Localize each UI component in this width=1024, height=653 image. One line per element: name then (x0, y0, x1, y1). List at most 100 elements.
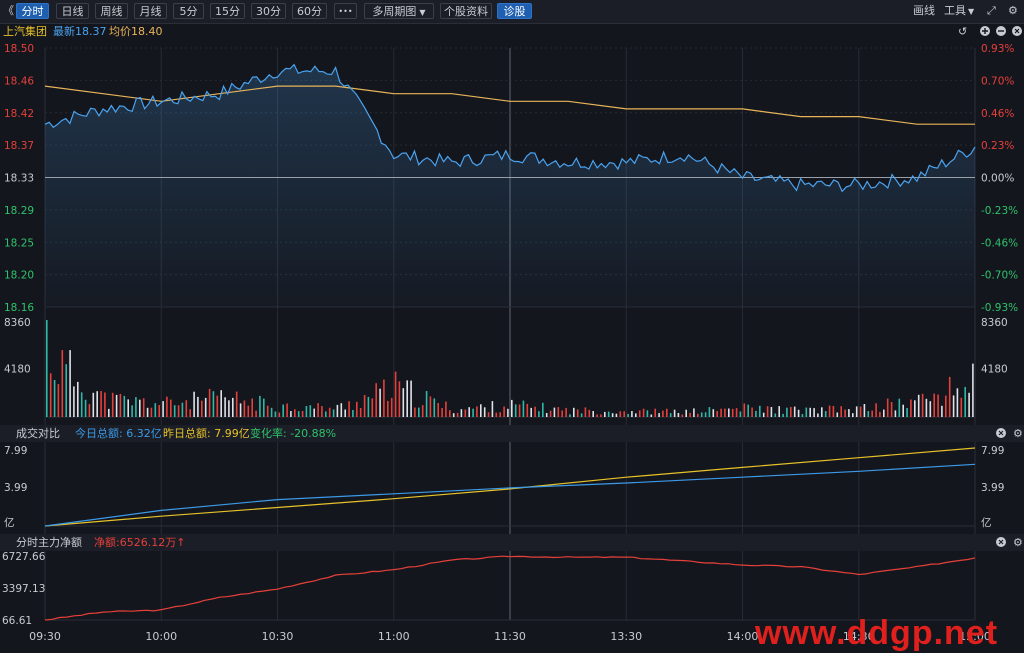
volume-bar (46, 320, 48, 417)
tab-5min[interactable]: 5分 (173, 3, 204, 19)
volume-bar (685, 409, 687, 417)
diagnose-button[interactable]: 诊股 (497, 3, 532, 19)
volume-bar (421, 405, 424, 417)
volume-bar (197, 396, 199, 417)
volume-tick-label: 4180 (981, 364, 1008, 376)
volume-bar (704, 412, 707, 417)
volume-bar (557, 407, 560, 417)
volume-bar (619, 411, 622, 417)
volume-bar (972, 363, 974, 417)
volume-bar (514, 404, 517, 417)
tab-30min[interactable]: 30分 (251, 3, 286, 19)
volume-bar (460, 409, 463, 417)
percent-tick-label: 0.93% (981, 43, 1014, 55)
volume-bar (623, 411, 625, 417)
volume-bar (65, 364, 67, 417)
time-tick-label: 11:00 (378, 630, 410, 643)
volume-bar (600, 414, 602, 417)
flow-settings-icon[interactable]: ⚙ (1013, 536, 1023, 549)
stock-info-button[interactable]: 个股资料 (440, 3, 492, 19)
volume-bar (414, 407, 416, 417)
volume-bar (181, 402, 184, 417)
volume-bar (743, 403, 746, 417)
volume-bar (859, 406, 862, 417)
expand-icon[interactable]: ⤢ (987, 3, 996, 19)
volume-bar (363, 395, 366, 417)
volume-bar (774, 413, 777, 417)
volume-bar (402, 388, 405, 417)
tab-intraday[interactable]: 分时 (16, 3, 49, 19)
volume-bar (452, 413, 455, 417)
volume-bar (824, 411, 827, 417)
price-tick-label: 18.50 (4, 43, 34, 55)
volume-bar (592, 411, 594, 417)
volume-bar (627, 413, 629, 417)
compare-tick-label: 3.99 (4, 482, 27, 494)
volume-bar (251, 398, 253, 417)
volume-bar (472, 408, 474, 417)
volume-bar (522, 400, 525, 417)
price-right-axis: 0.93% 0.70% 0.46% 0.23% 0.00% -0.23% -0.46% -0.… (981, 43, 1018, 314)
change-rate: 变化率: -20.88% (250, 426, 336, 440)
tab-60min[interactable]: 60分 (292, 3, 327, 19)
volume-bar (596, 414, 598, 417)
volume-bar (158, 405, 160, 417)
multi-period-dropdown[interactable]: 多周期图 ▼ (364, 3, 434, 19)
volume-bar (666, 408, 668, 417)
volume-bar (383, 379, 385, 417)
time-tick-label: 13:30 (610, 630, 642, 643)
volume-bar (359, 408, 362, 417)
volume-bar (921, 393, 924, 417)
volume-bar (142, 398, 145, 417)
volume-bar (828, 405, 831, 417)
tab-weekly[interactable]: 周线 (95, 3, 128, 19)
compare-tick-label: 7.99 (981, 445, 1004, 457)
volume-bar (894, 410, 897, 417)
settings-icon[interactable]: ⚙ (1008, 3, 1018, 19)
volume-bar (929, 401, 932, 417)
volume-bar (604, 411, 606, 417)
volume-bar (406, 380, 408, 417)
compare-tick-label: 亿 (4, 516, 15, 529)
volume-bar (677, 413, 680, 417)
volume-bar (235, 391, 238, 417)
volume-bar (154, 403, 157, 417)
intraday-chart[interactable]: 上汽集团 最新18.37 均价18.40 ↺ 18.5018.4618.4218… (0, 23, 1024, 650)
price-tick-label: 18.37 (4, 140, 34, 152)
price-left-axis: 18.50 18.46 18.42 18.37 18.33 18.29 18.25 18.20… (4, 43, 34, 314)
volume-bar (208, 388, 211, 417)
volume-bar (499, 412, 501, 417)
volume-bar (948, 376, 951, 417)
caret-down-icon: ▼ (968, 7, 975, 16)
draw-button[interactable]: 画线 (913, 3, 935, 19)
compare-settings-icon[interactable]: ⚙ (1013, 427, 1023, 440)
toolbar: 《 分时 日线 周线 月线 5分 15分 30分 60分 ••• 多周期图 ▼ 个… (0, 0, 1024, 24)
volume-bar (658, 413, 660, 417)
volume-bar (855, 406, 858, 417)
volume-bar (770, 407, 773, 417)
volume-bar (111, 392, 114, 417)
volume-bar (92, 392, 95, 417)
volume-bar (266, 405, 269, 417)
volume-bar (945, 395, 947, 417)
volume-bar (119, 393, 122, 417)
volume-bar (259, 395, 261, 417)
volume-bar (530, 407, 532, 417)
volume-bar (716, 411, 718, 417)
volume-bar (135, 397, 137, 417)
volume-bar (57, 384, 60, 417)
volume-bar (449, 410, 451, 417)
volume-bar (638, 410, 641, 417)
average-price: 均价18.40 (109, 25, 163, 38)
volume-bar (650, 414, 653, 417)
volume-bar (952, 395, 955, 417)
percent-tick-label: -0.23% (981, 205, 1018, 217)
back-icon[interactable]: 《 (3, 3, 14, 19)
tools-dropdown[interactable]: 工具 ▼ (944, 3, 974, 19)
volume-bar (313, 408, 315, 417)
tab-monthly[interactable]: 月线 (134, 3, 167, 19)
tab-15min[interactable]: 15分 (210, 3, 245, 19)
refresh-icon[interactable]: ↺ (958, 25, 967, 38)
more-icon[interactable]: ••• (334, 3, 357, 19)
tab-daily[interactable]: 日线 (56, 3, 89, 19)
